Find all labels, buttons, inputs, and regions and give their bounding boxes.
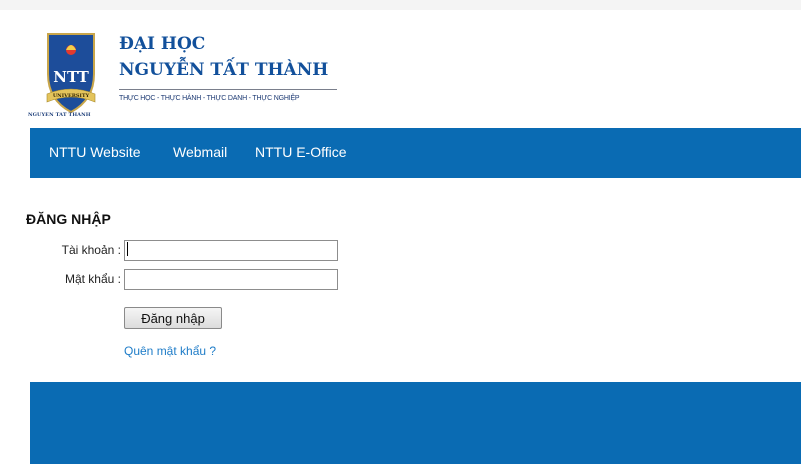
university-logo: NTT UNIVERSITY NGUYEN TAT THANH — [28, 28, 110, 118]
nav-link-nttu-website[interactable]: NTTU Website — [49, 144, 141, 160]
login-page: NTT UNIVERSITY NGUYEN TAT THANH ĐẠI HỌC … — [0, 0, 801, 469]
university-motto: THỰC HỌC - THỰC HÀNH - THỰC DANH - THỰC … — [119, 95, 300, 102]
site-header: NTT UNIVERSITY NGUYEN TAT THANH ĐẠI HỌC … — [28, 10, 801, 128]
site-footer — [30, 382, 801, 464]
logo-caption: NGUYEN TAT THANH — [28, 112, 91, 118]
username-input[interactable] — [124, 240, 338, 261]
top-nav-bar: NTTU Website Webmail NTTU E-Office — [30, 128, 801, 178]
title-divider — [119, 89, 337, 90]
nav-link-webmail[interactable]: Webmail — [173, 144, 227, 160]
login-heading: ĐĂNG NHẬP — [26, 211, 111, 227]
login-button[interactable]: Đăng nhập — [124, 307, 222, 329]
university-name-line2: NGUYỄN TẤT THÀNH — [119, 60, 329, 80]
top-margin — [0, 0, 801, 10]
username-label: Tài khoản : — [61, 243, 121, 257]
text-cursor — [127, 242, 128, 256]
password-label: Mật khẩu : — [64, 272, 121, 286]
nav-link-e-office[interactable]: NTTU E-Office — [255, 144, 347, 160]
password-input[interactable] — [124, 269, 338, 290]
svg-text:NTT: NTT — [53, 68, 89, 86]
forgot-password-link[interactable]: Quên mật khẩu ? — [124, 344, 216, 358]
svg-text:UNIVERSITY: UNIVERSITY — [53, 93, 90, 99]
university-shield-icon: NTT UNIVERSITY — [46, 33, 96, 114]
university-name-line1: ĐẠI HỌC — [119, 34, 206, 54]
